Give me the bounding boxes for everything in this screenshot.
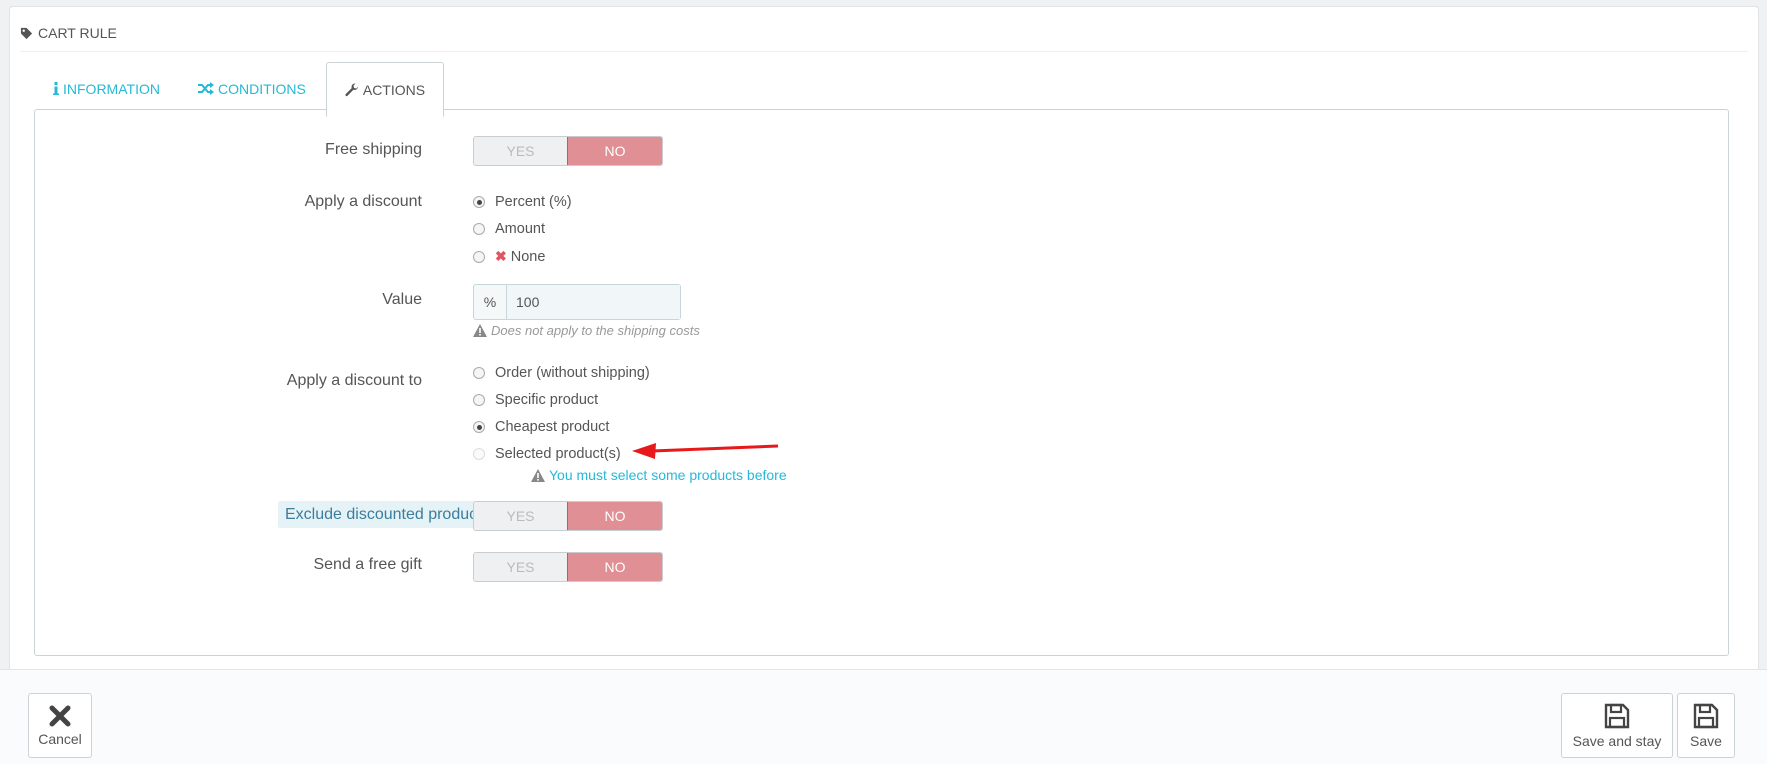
radio-order-label: Order (without shipping) <box>495 365 650 381</box>
radio-selected-products[interactable]: Selected product(s) <box>473 446 621 462</box>
value-input[interactable]: 100 <box>507 285 680 319</box>
save-and-stay-button[interactable]: Save and stay <box>1561 693 1673 758</box>
radio-cheapest-product[interactable]: Cheapest product <box>473 419 609 435</box>
footer-toolbar: Cancel Save and stay Save <box>0 669 1767 764</box>
radio-button[interactable] <box>473 250 485 263</box>
radio-button[interactable] <box>473 421 485 433</box>
apply-discount-label: Apply a discount <box>304 193 422 210</box>
tag-icon <box>20 27 33 39</box>
cancel-button[interactable]: Cancel <box>28 693 92 758</box>
free-gift-no[interactable]: NO <box>567 553 662 581</box>
panel-title: CART RULE <box>38 25 117 41</box>
exclude-discounted-no[interactable]: NO <box>567 502 662 530</box>
actions-form: Free shipping YES NO Apply a discount Pe… <box>34 109 1729 656</box>
radio-specific-product[interactable]: Specific product <box>473 392 598 408</box>
tab-conditions[interactable]: CONDITIONS <box>180 62 324 115</box>
value-label: Value <box>382 291 422 308</box>
radio-none[interactable]: ✖ None <box>473 248 545 265</box>
tab-conditions-label: CONDITIONS <box>217 80 306 97</box>
info-icon <box>53 82 59 95</box>
warning-icon <box>531 468 545 482</box>
annotation-arrow <box>632 443 779 459</box>
free-shipping-yes[interactable]: YES <box>474 137 567 165</box>
tab-information-label: INFORMATION <box>63 80 160 97</box>
percent-addon: % <box>474 285 507 319</box>
radio-button[interactable] <box>473 394 485 406</box>
save-button[interactable]: Save <box>1677 693 1735 758</box>
save-and-stay-label: Save and stay <box>1572 732 1662 749</box>
apply-discount-to-label: Apply a discount to <box>286 372 422 389</box>
cancel-label: Cancel <box>38 730 82 747</box>
exclude-discounted-label: Exclude discounted products <box>278 501 497 528</box>
radio-percent-label: Percent (%) <box>495 194 572 210</box>
free-gift-yes[interactable]: YES <box>474 553 567 581</box>
tab-information[interactable]: INFORMATION <box>35 62 178 115</box>
tab-actions-label: ACTIONS <box>362 81 426 98</box>
radio-cheapest-label: Cheapest product <box>495 419 610 435</box>
floppy-disk-icon <box>1604 703 1630 728</box>
free-gift-label: Send a free gift <box>313 556 422 573</box>
panel-heading: CART RULE <box>20 15 1748 52</box>
select-products-warning[interactable]: You must select some products before <box>531 467 787 483</box>
wrench-icon <box>345 82 358 96</box>
shuffle-icon <box>197 82 214 95</box>
radio-none-label: None <box>510 248 546 265</box>
tab-actions[interactable]: ACTIONS <box>325 62 445 117</box>
exclude-discounted-switch[interactable]: YES NO <box>473 501 663 531</box>
radio-button[interactable] <box>473 448 485 460</box>
close-icon <box>49 705 71 726</box>
radio-button[interactable] <box>473 196 485 208</box>
value-input-group: % 100 <box>473 284 681 320</box>
close-icon: ✖ <box>495 248 507 264</box>
radio-order[interactable]: Order (without shipping) <box>473 365 650 381</box>
floppy-disk-icon <box>1693 703 1719 728</box>
radio-button[interactable] <box>473 223 485 235</box>
radio-amount[interactable]: Amount <box>473 221 545 237</box>
warning-icon <box>473 324 487 337</box>
radio-specific-label: Specific product <box>495 392 599 408</box>
save-label: Save <box>1690 732 1722 749</box>
radio-selected-label: Selected product(s) <box>495 446 621 462</box>
free-shipping-switch[interactable]: YES NO <box>473 136 663 166</box>
radio-button[interactable] <box>473 367 485 379</box>
select-products-warning-text: You must select some products before <box>549 467 787 483</box>
free-shipping-label: Free shipping <box>325 141 422 158</box>
radio-amount-label: Amount <box>495 221 545 237</box>
value-help: Does not apply to the shipping costs <box>473 323 700 338</box>
exclude-discounted-yes[interactable]: YES <box>474 502 567 530</box>
free-gift-switch[interactable]: YES NO <box>473 552 663 582</box>
free-shipping-no[interactable]: NO <box>567 137 662 165</box>
radio-percent[interactable]: Percent (%) <box>473 194 572 210</box>
value-help-text: Does not apply to the shipping costs <box>491 323 700 338</box>
